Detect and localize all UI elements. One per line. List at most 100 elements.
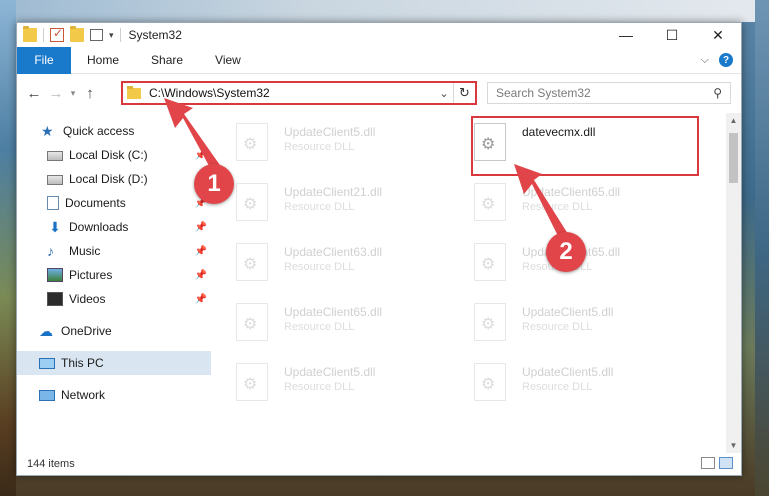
file-explorer-window: ▾ System32 — ☐ ✕ File Home Share View ⌵ … [16,22,742,476]
sidebar-item-label: Documents [65,196,126,210]
file-type: Resource DLL [522,321,593,333]
scroll-up-arrow-icon[interactable]: ▲ [726,113,741,128]
vertical-scrollbar[interactable]: ▲ ▼ [726,113,741,453]
tab-home[interactable]: Home [71,47,135,74]
expand-ribbon-chevron-icon[interactable]: ⌵ [701,54,709,67]
minimize-button[interactable]: — [603,23,649,47]
sidebar-item-label: Local Disk (D:) [69,172,148,186]
step-badge-1: 1 [194,164,234,204]
sidebar-item-label: Pictures [69,268,113,282]
ribbon-tabs: File Home Share View ⌵ ? [17,46,741,74]
tab-file[interactable]: File [17,46,71,74]
file-type: Resource DLL [284,261,355,273]
sidebar-item-music[interactable]: ♪ Music 📌 [17,239,211,263]
refresh-icon[interactable]: ↻ [453,83,475,103]
file-name: UpdateClient5.dll [522,305,614,319]
desktop-background-left [0,0,16,496]
quick-access-toolbar: ▾ [17,23,121,47]
maximize-button[interactable]: ☐ [649,23,695,47]
sidebar-item-pictures[interactable]: Pictures 📌 [17,263,211,287]
file-item[interactable]: UpdateClient63.dll Resource DLL [212,237,442,287]
dll-file-icon [236,243,268,281]
sidebar-item-local-disk-d[interactable]: Local Disk (D:) [17,167,211,191]
disk-icon [47,175,63,185]
file-type: Resource DLL [284,141,355,153]
scroll-thumb[interactable] [729,133,738,183]
toolbar-divider [119,28,121,42]
file-name: UpdateClient65.dll [284,305,383,319]
file-name: UpdateClient5.dll [284,125,376,139]
this-pc-icon [39,357,55,369]
close-button[interactable]: ✕ [695,23,741,47]
new-folder-icon[interactable] [70,26,84,42]
dll-file-icon [236,303,268,341]
file-item[interactable]: UpdateClient5.dll Resource DLL [212,357,442,407]
search-icon[interactable]: ⚲ [713,86,722,100]
file-type: Resource DLL [522,201,593,213]
sidebar-item-videos[interactable]: Videos 📌 [17,287,211,311]
videos-icon [47,292,63,306]
pictures-icon [47,268,63,282]
sidebar-item-label: Downloads [69,220,129,234]
dll-file-icon [474,363,506,401]
sidebar-item-downloads[interactable]: ⬇ Downloads 📌 [17,215,211,239]
address-path[interactable]: C:\Windows\System32 [149,86,435,100]
file-item[interactable]: UpdateClient65.dll Resource DLL [212,297,442,347]
properties-check-icon[interactable] [50,26,64,42]
folder-icon [23,26,37,42]
file-name: UpdateClient21.dll [284,185,383,199]
dll-file-icon [474,243,506,281]
file-name: UpdateClient65.dll [522,185,621,199]
file-name: UpdateClient5.dll [284,365,376,379]
file-type: Resource DLL [522,381,593,393]
folder-icon [127,85,141,99]
sidebar-item-documents[interactable]: Documents 📌 [17,191,211,215]
recent-locations-chevron-icon[interactable]: ▾ [67,88,79,99]
search-input[interactable]: Search System32 ⚲ [487,82,731,104]
help-icon[interactable]: ? [719,53,733,67]
file-type: Resource DLL [284,321,355,333]
back-arrow-icon[interactable]: ← [23,85,45,102]
title-bar: ▾ System32 — ☐ ✕ [17,23,741,47]
file-item[interactable]: UpdateClient65.dll Resource DLL [450,177,680,227]
address-bar[interactable]: C:\Windows\System32 ⌄ ↻ [121,81,477,105]
dll-file-icon [474,303,506,341]
sidebar-item-quick-access[interactable]: ★ Quick access [17,119,211,143]
tab-view[interactable]: View [199,47,257,74]
tab-share[interactable]: Share [135,47,199,74]
file-item[interactable]: UpdateClient5.dll Resource DLL [450,297,680,347]
navigation-pane: ★ Quick access Local Disk (C:) 📌 Local D… [17,113,211,453]
address-dropdown-chevron-icon[interactable]: ⌄ [435,87,453,100]
forward-arrow-icon[interactable]: → [45,85,67,102]
sidebar-item-network[interactable]: Network [17,383,211,407]
onedrive-icon: ☁ [39,323,53,339]
sidebar-item-label: Local Disk (C:) [69,148,148,162]
sidebar-item-label: Quick access [63,124,135,138]
ribbon-right-controls: ⌵ ? [701,53,733,67]
downloads-icon: ⬇ [49,219,61,235]
documents-icon [47,196,59,210]
file-type: Resource DLL [284,381,355,393]
pin-icon: 📌 [194,245,207,257]
properties-icon[interactable] [90,29,103,41]
large-icons-view-icon[interactable] [719,457,733,469]
up-arrow-icon[interactable]: ↑ [79,85,101,102]
sidebar-item-onedrive[interactable]: ☁ OneDrive [17,319,211,343]
sidebar-item-local-disk-c[interactable]: Local Disk (C:) 📌 [17,143,211,167]
pin-icon: 📌 [194,149,207,161]
desktop-background-right [755,0,769,496]
star-icon: ★ [41,123,54,139]
file-item[interactable]: UpdateClient5.dll Resource DLL [212,117,442,167]
window-controls: — ☐ ✕ [603,23,741,47]
file-item[interactable]: UpdateClient5.dll Resource DLL [450,357,680,407]
file-item[interactable]: UpdateClient21.dll Resource DLL [212,177,442,227]
pin-icon: 📌 [194,269,207,281]
network-icon [39,389,55,401]
sidebar-item-this-pc[interactable]: This PC [17,351,211,375]
disk-icon [47,151,63,161]
scroll-down-arrow-icon[interactable]: ▼ [726,438,741,453]
sidebar-item-label: Videos [69,292,106,306]
customize-toolbar-chevron-icon[interactable]: ▾ [109,30,114,41]
desktop-background-top [0,0,769,22]
details-view-icon[interactable] [701,457,715,469]
